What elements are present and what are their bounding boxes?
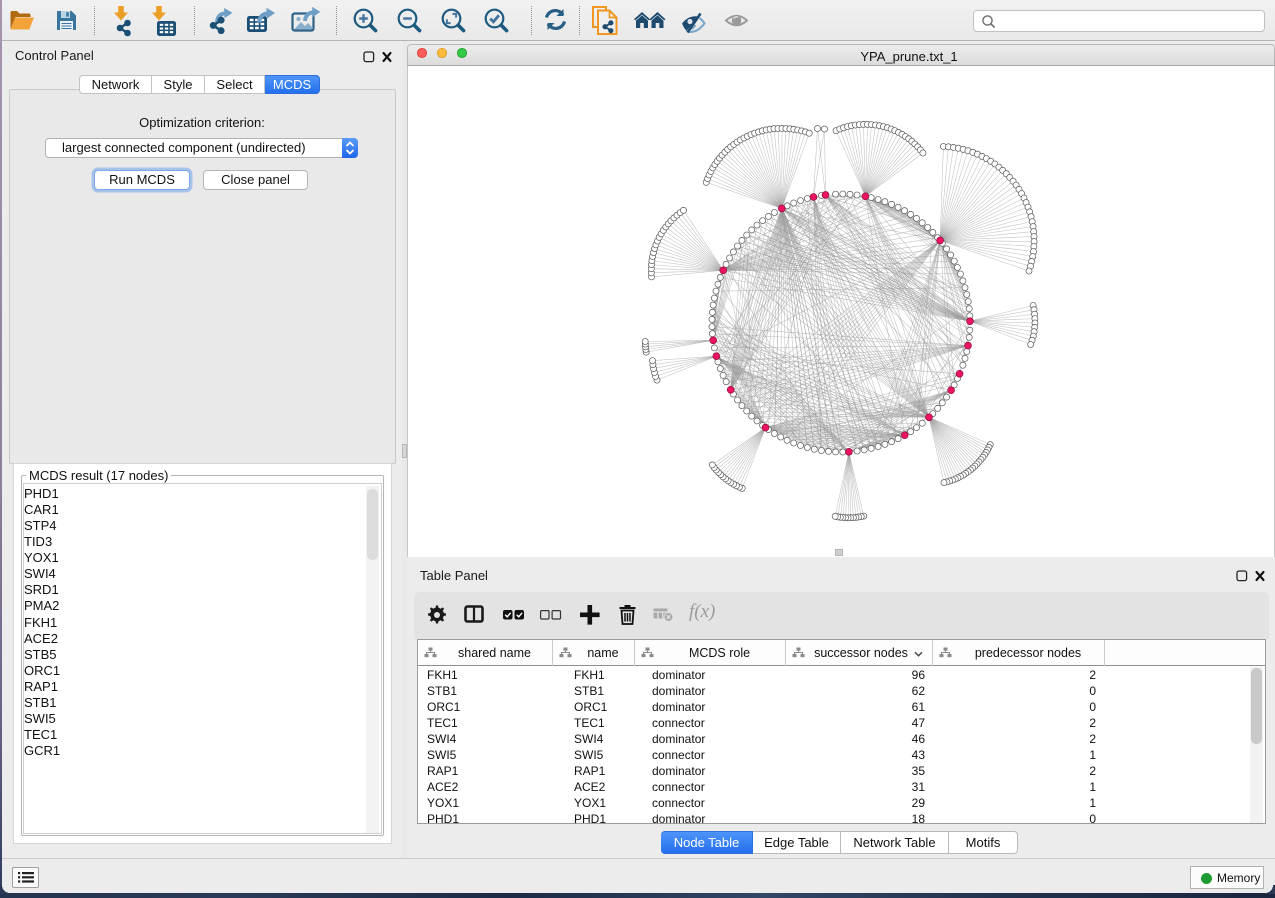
svg-text:f(x): f(x) — [689, 601, 715, 622]
